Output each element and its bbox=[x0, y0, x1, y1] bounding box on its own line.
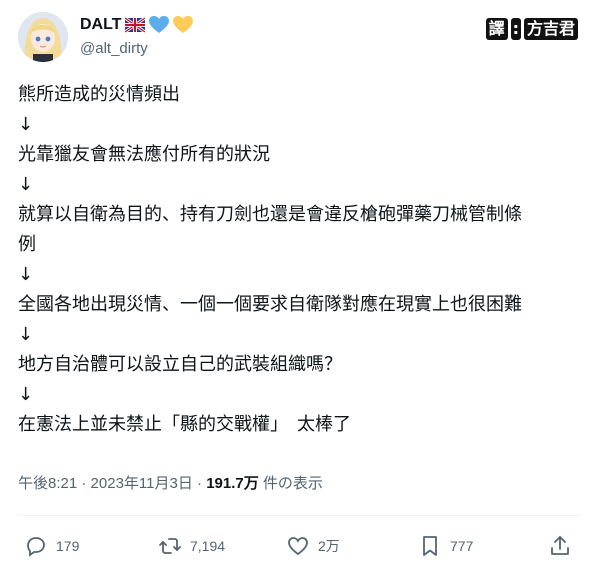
meta-separator: · bbox=[81, 475, 87, 492]
yellow-heart-icon bbox=[173, 16, 194, 33]
tweet-header: DALT @alt_dirty 譯 : 方吉君 bbox=[18, 12, 580, 64]
avatar-image bbox=[18, 12, 68, 62]
like-button[interactable]: 2万 bbox=[286, 526, 340, 566]
tweet-arrow: ↓ bbox=[18, 324, 34, 345]
tweet-arrow: ↓ bbox=[18, 114, 34, 135]
heart-icon bbox=[288, 537, 308, 556]
like-count: 2万 bbox=[318, 538, 340, 554]
avatar[interactable] bbox=[18, 12, 68, 62]
tweet-line: 地方自治體可以設立自己的武裝組織嗎？ bbox=[18, 354, 342, 375]
bookmark-count: 777 bbox=[450, 538, 474, 554]
tweet-line: 就算以自衛為目的、持有刀劍也還是會違反槍砲彈藥刀械管制條 bbox=[18, 204, 522, 225]
translator-credit: 譯 : 方吉君 bbox=[485, 18, 578, 40]
tweet-arrow: ↓ bbox=[18, 264, 34, 285]
translator-label: 譯 bbox=[485, 18, 508, 40]
reply-icon bbox=[27, 537, 45, 557]
retweet-icon bbox=[159, 538, 181, 554]
tweet-arrow: ↓ bbox=[18, 174, 34, 195]
share-button[interactable] bbox=[548, 526, 572, 566]
tweet-line: 光靠獵友會無法應付所有的狀況 bbox=[18, 144, 270, 165]
retweet-count: 7,194 bbox=[190, 538, 226, 554]
tweet-line: 在憲法上並未禁止「縣的交戰權」 太棒了 bbox=[18, 414, 351, 435]
meta-separator: · bbox=[197, 475, 203, 492]
translator-colon: : bbox=[510, 18, 521, 40]
tweet-date[interactable]: 2023年11月3日 bbox=[91, 475, 193, 492]
tweet-arrow: ↓ bbox=[18, 384, 34, 405]
reply-count: 179 bbox=[56, 538, 80, 554]
action-bar: 179 7,194 2万 777 bbox=[18, 526, 580, 566]
view-label: 件の表示 bbox=[262, 475, 323, 492]
view-count: 191.7万 bbox=[206, 475, 259, 492]
display-name[interactable]: DALT bbox=[80, 15, 121, 35]
reply-button[interactable]: 179 bbox=[24, 526, 79, 566]
blue-heart-icon bbox=[149, 16, 170, 33]
retweet-button[interactable]: 7,194 bbox=[158, 526, 225, 566]
uk-flag-icon bbox=[125, 16, 146, 34]
tweet-meta: 午後8:21 · 2023年11月3日 · 191.7万 件の表示 bbox=[18, 472, 323, 493]
tweet-text: 熊所造成的災情頻出 ↓ 光靠獵友會無法應付所有的狀況 ↓ 就算以自衛為目的、持有… bbox=[18, 80, 582, 440]
display-name-row[interactable]: DALT bbox=[80, 15, 194, 35]
share-icon bbox=[551, 536, 569, 555]
tweet-line: 熊所造成的災情頻出 bbox=[18, 84, 180, 105]
bookmark-icon bbox=[423, 536, 437, 556]
bookmark-button[interactable]: 777 bbox=[418, 526, 473, 566]
divider bbox=[18, 515, 580, 516]
tweet-time[interactable]: 午後8:21 bbox=[18, 475, 77, 492]
tweet-line: 例 bbox=[18, 234, 36, 255]
user-handle[interactable]: @alt_dirty bbox=[80, 40, 193, 57]
translator-name: 方吉君 bbox=[523, 18, 578, 40]
tweet-line: 全國各地出現災情、一個一個要求自衛隊對應在現實上也很困難 bbox=[18, 294, 522, 315]
